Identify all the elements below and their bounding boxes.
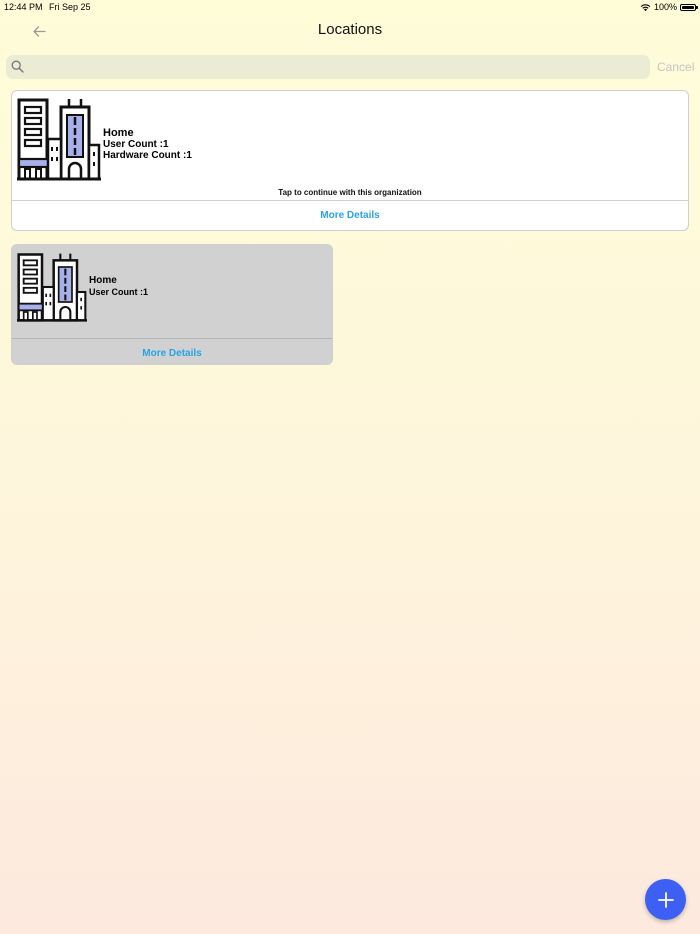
- search-icon: [11, 60, 24, 73]
- user-count: User Count :1: [89, 287, 149, 297]
- user-count: User Count :1: [103, 139, 169, 150]
- add-location-button[interactable]: [645, 879, 686, 920]
- status-indicators: 100%: [640, 0, 698, 14]
- more-details-button[interactable]: More Details: [12, 348, 332, 359]
- building-icon: [17, 253, 87, 322]
- location-name: Home: [89, 275, 117, 286]
- card-divider: [12, 338, 332, 339]
- card-divider: [12, 200, 688, 201]
- location-info: Home User Count :1: [89, 275, 148, 298]
- status-time: 12:44 PM: [4, 2, 43, 12]
- plus-icon: [657, 891, 674, 908]
- status-date: Fri Sep 25: [49, 2, 91, 12]
- organization-info: Home User Count :1 Hardware Count :1: [103, 127, 192, 161]
- more-details-button[interactable]: More Details: [12, 210, 688, 221]
- battery-percent: 100%: [653, 2, 677, 12]
- organization-card[interactable]: Home User Count :1 Hardware Count :1 Tap…: [11, 90, 689, 231]
- nav-bar: Locations: [0, 14, 700, 48]
- page-title: Locations: [317, 21, 383, 38]
- search-input[interactable]: [30, 55, 642, 79]
- building-icon: [17, 98, 101, 181]
- status-bar: 12:44 PM Fri Sep 25 100%: [0, 0, 700, 14]
- hardware-count: Hardware Count :1: [103, 150, 192, 161]
- organization-name: Home: [103, 127, 134, 139]
- search-bar[interactable]: [6, 55, 650, 79]
- battery-icon: [680, 3, 698, 11]
- cancel-button[interactable]: Cancel: [657, 60, 694, 74]
- continue-hint: Tap to continue with this organization: [278, 188, 422, 197]
- wifi-icon: [640, 3, 651, 11]
- location-card[interactable]: Home User Count :1 More Details: [11, 244, 333, 365]
